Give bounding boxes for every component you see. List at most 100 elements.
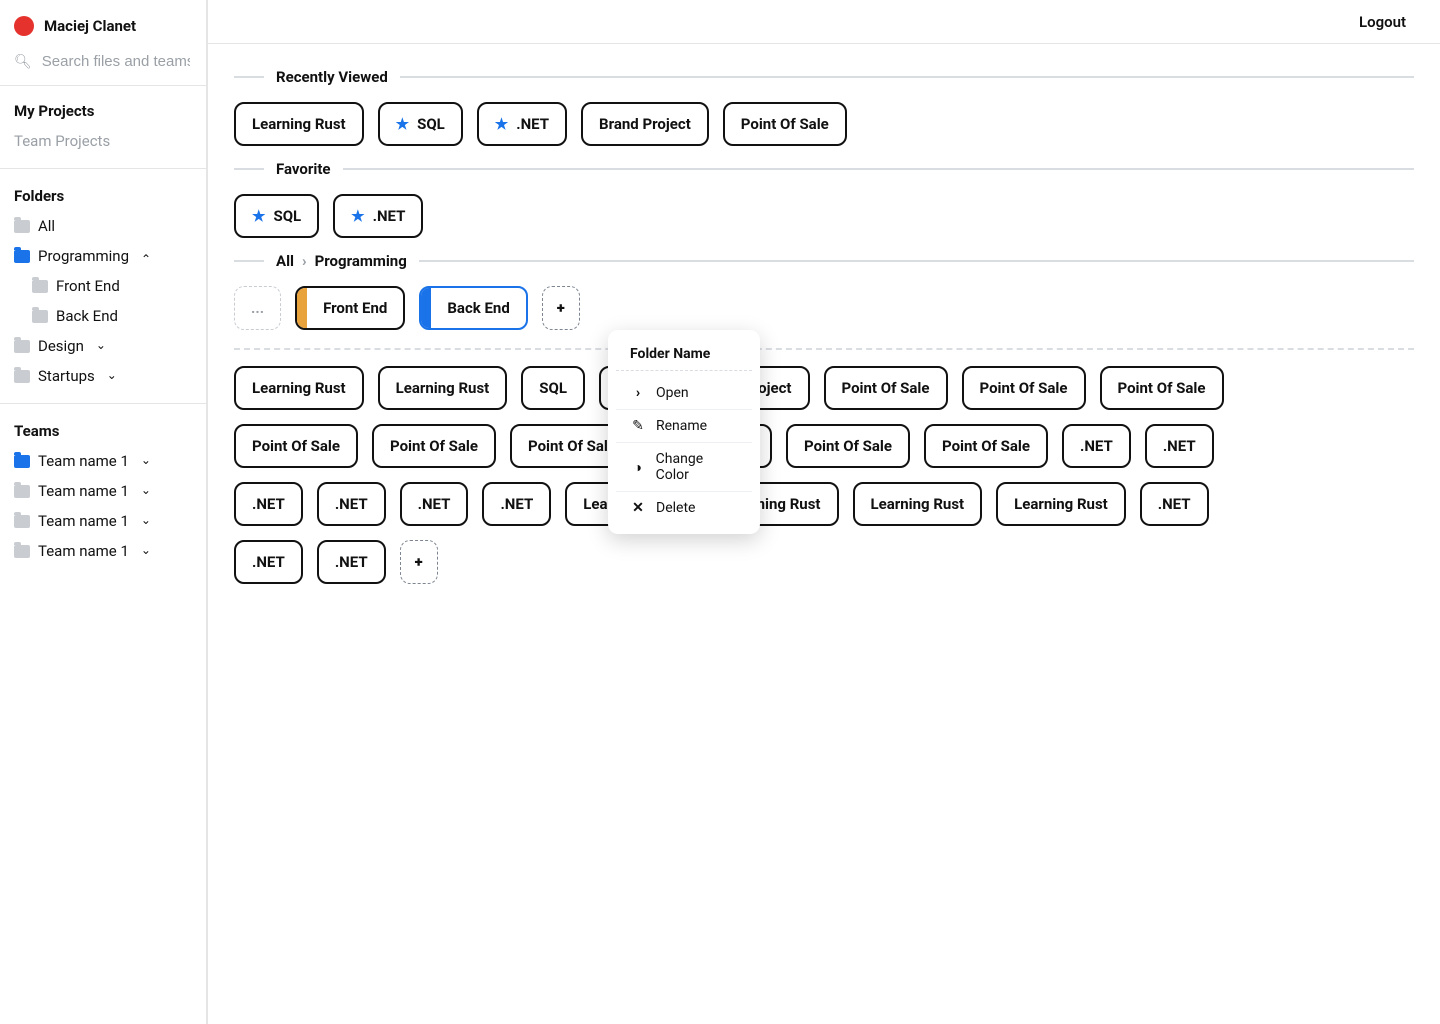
chip-label: .NET (1163, 437, 1196, 455)
folder-icon (14, 545, 30, 558)
add-item-button[interactable]: + (400, 540, 438, 584)
project-chip[interactable]: Point Of Sale (1100, 366, 1224, 410)
folder-chip-row: ... Front End Back End + (234, 286, 1414, 330)
folder-back-end[interactable]: Back End (14, 301, 192, 331)
folder-icon (14, 250, 30, 263)
chip-label: .NET (373, 207, 406, 225)
folder-chip-back-end[interactable]: Back End (419, 286, 527, 330)
team-label: Team name 1 (38, 512, 129, 530)
ctx-open[interactable]: Open (616, 377, 752, 410)
edit-icon (630, 418, 646, 434)
chip-label: Learning Rust (871, 495, 965, 513)
project-chip[interactable]: Point Of Sale (824, 366, 948, 410)
topbar: Logout (208, 0, 1440, 44)
breadcrumb-root[interactable]: All (276, 252, 294, 270)
star-icon (252, 207, 265, 225)
folder-chip-front-end[interactable]: Front End (295, 286, 405, 330)
search-icon (14, 54, 32, 70)
main: Logout Recently Viewed Learning Rust SQL.… (208, 0, 1440, 1024)
project-chip[interactable]: .NET (317, 540, 386, 584)
folder-programming[interactable]: Programming (14, 241, 192, 271)
project-chip[interactable]: .NET (317, 482, 386, 526)
chip-label: .NET (252, 553, 285, 571)
team-item[interactable]: Team name 1 (14, 476, 192, 506)
project-chip[interactable]: .NET (1145, 424, 1214, 468)
project-chip[interactable]: SQL (521, 366, 585, 410)
nav-team-projects[interactable]: Team Projects (14, 126, 192, 156)
chip-label: .NET (252, 495, 285, 513)
project-chip[interactable]: Learning Rust (234, 102, 364, 146)
ctx-change-color[interactable]: Change Color (616, 443, 752, 492)
search-input[interactable] (40, 52, 192, 71)
chevron-down-icon (96, 337, 106, 355)
chip-label: Point Of Sale (980, 379, 1068, 397)
team-label: Team name 1 (38, 542, 129, 560)
team-item[interactable]: Team name 1 (14, 506, 192, 536)
folder-label: Back End (56, 307, 118, 325)
chevron-right-icon (302, 252, 307, 270)
project-chip[interactable]: .NET (234, 540, 303, 584)
team-item[interactable]: Team name 1 (14, 446, 192, 476)
ctx-rename[interactable]: Rename (616, 410, 752, 443)
chevron-up-icon (141, 247, 151, 265)
chip-label: Learning Rust (252, 379, 346, 397)
folder-icon (32, 280, 48, 293)
project-chip[interactable]: .NET (400, 482, 469, 526)
chip-label: Learning Rust (1014, 495, 1108, 513)
section-breadcrumb-header: All Programming (234, 252, 1414, 270)
chevron-down-icon (107, 367, 117, 385)
project-chip[interactable]: Point Of Sale (786, 424, 910, 468)
project-chip[interactable]: .NET (333, 194, 423, 238)
project-chip[interactable]: Point Of Sale (234, 424, 358, 468)
chip-label: Point Of Sale (252, 437, 340, 455)
folder-chip-label: Front End (307, 288, 403, 328)
folder-icon (14, 485, 30, 498)
project-chip[interactable]: .NET (477, 102, 567, 146)
folder-label: Front End (56, 277, 120, 295)
ctx-delete[interactable]: Delete (616, 492, 752, 524)
folder-startups[interactable]: Startups (14, 361, 192, 391)
project-chip[interactable]: .NET (1062, 424, 1131, 468)
logout-link[interactable]: Logout (1359, 13, 1406, 31)
project-chip[interactable]: .NET (234, 482, 303, 526)
folder-label: Programming (38, 247, 129, 265)
folder-icon (14, 515, 30, 528)
project-chip[interactable]: .NET (1140, 482, 1209, 526)
folder-all[interactable]: All (14, 211, 192, 241)
folder-label: All (38, 217, 55, 235)
project-chip[interactable]: SQL (378, 102, 463, 146)
section-favorite-header: Favorite (234, 160, 1414, 178)
nav-my-projects[interactable]: My Projects (14, 96, 192, 126)
project-chip[interactable]: SQL (234, 194, 319, 238)
project-chip[interactable]: Point Of Sale (962, 366, 1086, 410)
folder-icon (14, 455, 30, 468)
team-item[interactable]: Team name 1 (14, 536, 192, 566)
project-chip[interactable]: Learning Rust (996, 482, 1126, 526)
folder-front-end[interactable]: Front End (14, 271, 192, 301)
star-icon (495, 115, 508, 133)
chip-label: Point Of Sale (741, 115, 829, 133)
project-chip[interactable]: Point Of Sale (924, 424, 1048, 468)
project-chip[interactable]: Brand Project (581, 102, 709, 146)
project-chip[interactable]: Learning Rust (234, 366, 364, 410)
folder-design[interactable]: Design (14, 331, 192, 361)
chip-label: Learning Rust (396, 379, 490, 397)
chevron-down-icon (141, 512, 151, 530)
ctx-label: Rename (656, 418, 707, 434)
recently-viewed-list: Learning Rust SQL .NET Brand Project Point O… (234, 102, 1414, 146)
project-chip[interactable]: Learning Rust (853, 482, 983, 526)
search-field[interactable] (0, 46, 206, 85)
chip-label: Point Of Sale (1118, 379, 1206, 397)
section-recently-viewed-header: Recently Viewed (234, 68, 1414, 86)
folder-placeholder[interactable]: ... (234, 286, 281, 330)
sidebar: Maciej Clanet My Projects Team Projects … (0, 0, 208, 1024)
folder-icon (32, 310, 48, 323)
project-chip[interactable]: Learning Rust (378, 366, 508, 410)
chevron-right-icon (630, 385, 646, 401)
project-chip[interactable]: Point Of Sale (372, 424, 496, 468)
add-folder-button[interactable]: + (542, 286, 580, 330)
project-chip[interactable]: Point Of Sale (723, 102, 847, 146)
context-menu-title: Folder Name (616, 342, 752, 371)
project-chip[interactable]: .NET (482, 482, 551, 526)
context-menu: Folder Name Open Rename Change Color Del… (608, 330, 760, 534)
